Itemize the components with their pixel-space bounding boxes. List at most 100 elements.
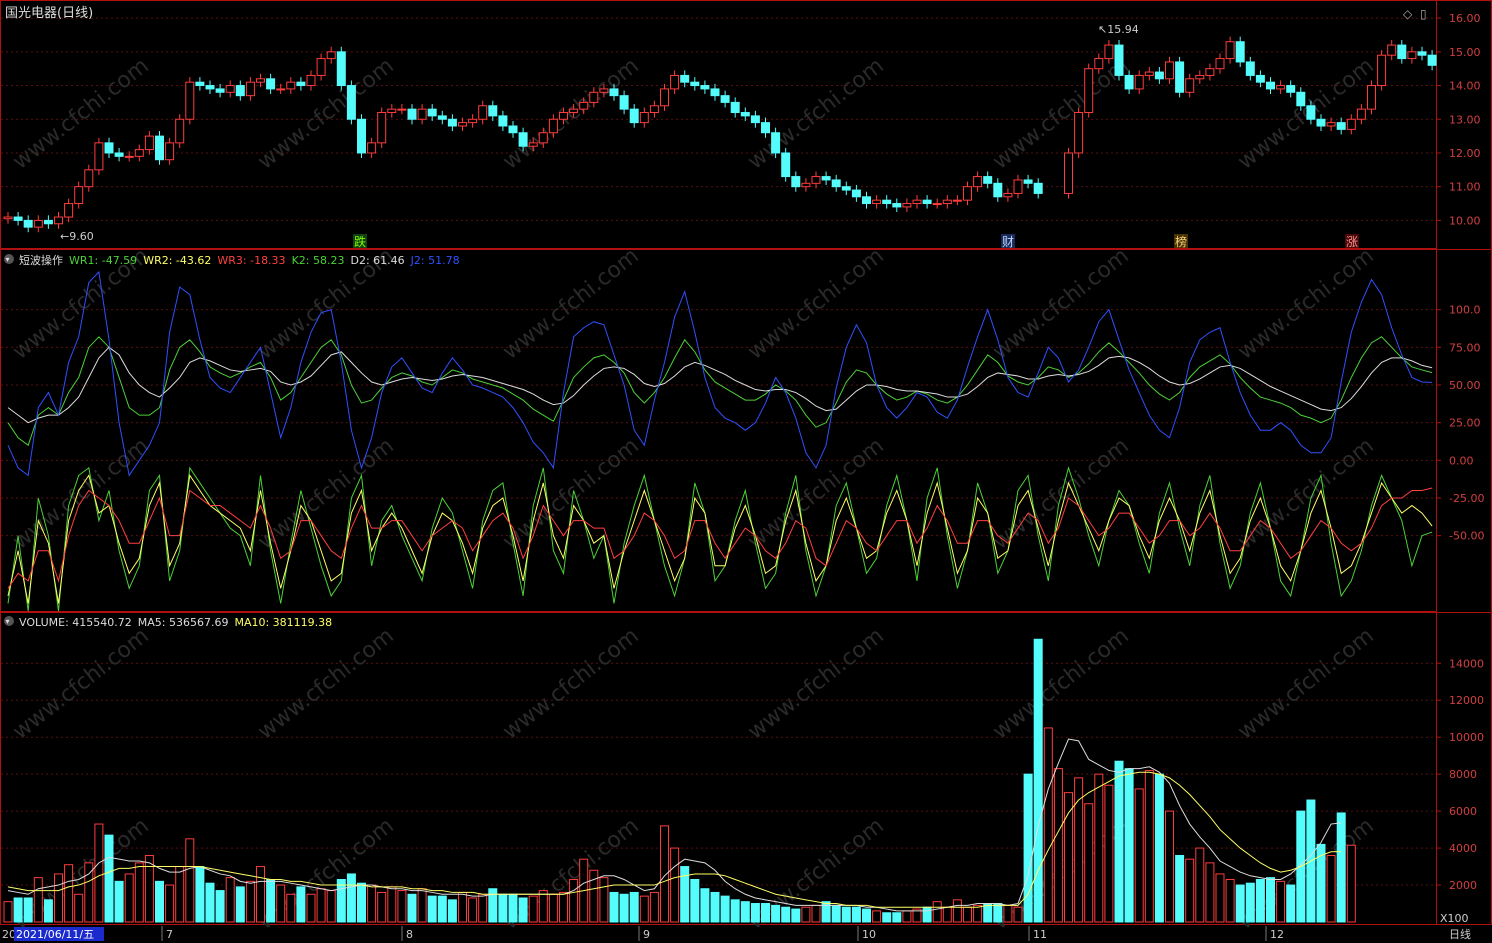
volume-bar[interactable] (468, 897, 478, 923)
indicator-line-wr1[interactable] (7, 466, 1433, 612)
volume-bar[interactable] (175, 866, 185, 923)
volume-bar[interactable] (548, 893, 558, 923)
candle-body[interactable] (43, 219, 53, 225)
candle-body[interactable] (1377, 54, 1387, 87)
volume-bar[interactable] (64, 864, 74, 923)
candle-body[interactable] (427, 108, 437, 117)
candle-body[interactable] (629, 108, 639, 124)
volume-bar[interactable] (952, 899, 962, 923)
candle-body[interactable] (235, 85, 245, 97)
candle-body[interactable] (811, 176, 821, 184)
volume-bar[interactable] (700, 888, 710, 923)
candle-body[interactable] (518, 132, 528, 147)
volume-bar[interactable] (276, 884, 286, 923)
candle-body[interactable] (54, 216, 63, 225)
candle-body[interactable] (690, 81, 700, 87)
volume-bar[interactable] (134, 862, 144, 923)
candle-body[interactable] (397, 108, 407, 111)
candle-body[interactable] (64, 203, 74, 218)
volume-bar[interactable] (357, 882, 366, 923)
candle-body[interactable] (458, 122, 467, 127)
volume-bar[interactable] (488, 888, 498, 923)
volume-bar[interactable] (1326, 854, 1336, 923)
candle-body[interactable] (538, 132, 548, 144)
volume-bar[interactable] (286, 893, 296, 923)
candle-body[interactable] (1346, 118, 1356, 130)
volume-bar[interactable] (811, 904, 821, 923)
candle-body[interactable] (1215, 58, 1225, 70)
candle-body[interactable] (387, 108, 397, 114)
volume-bar[interactable] (629, 891, 639, 923)
volume-bar[interactable] (54, 873, 63, 923)
volume-bar[interactable] (1124, 768, 1134, 923)
volume-bar[interactable] (306, 893, 316, 923)
volume-bar[interactable] (963, 906, 972, 923)
candle-body[interactable] (801, 182, 811, 188)
volume-bar[interactable] (801, 906, 811, 923)
candle-body[interactable] (377, 112, 387, 144)
volume-bar[interactable] (1033, 638, 1043, 923)
candle-body[interactable] (165, 142, 175, 161)
volume-bar[interactable] (94, 823, 104, 923)
volume-bar[interactable] (831, 904, 841, 923)
candle-body[interactable] (1306, 105, 1316, 120)
candle-body[interactable] (649, 105, 659, 114)
volume-bar[interactable] (1003, 904, 1013, 923)
scroll-arrow-icon[interactable]: ▯ (1420, 7, 1427, 21)
volume-bar[interactable] (437, 895, 447, 923)
candle-body[interactable] (1144, 71, 1154, 76)
volume-bar[interactable] (1185, 858, 1195, 923)
volume-bar[interactable] (124, 873, 134, 923)
candle-body[interactable] (882, 199, 892, 205)
volume-bar[interactable] (619, 893, 629, 923)
candle-body[interactable] (175, 118, 185, 144)
volume-bar[interactable] (892, 912, 902, 923)
candle-body[interactable] (1235, 41, 1245, 63)
candle-body[interactable] (862, 196, 871, 205)
volume-bar[interactable] (367, 884, 377, 923)
candle-body[interactable] (791, 176, 801, 188)
candle-body[interactable] (730, 101, 740, 114)
candle-body[interactable] (245, 81, 255, 97)
volume-bar[interactable] (771, 904, 781, 923)
volume-bar[interactable] (427, 895, 437, 923)
volume-bar[interactable] (13, 897, 23, 923)
volume-bar[interactable] (882, 912, 892, 923)
candle-body[interactable] (700, 85, 710, 90)
candle-body[interactable] (346, 85, 356, 120)
volume-bar[interactable] (1144, 769, 1154, 923)
volume-bar[interactable] (851, 906, 861, 923)
volume-bar[interactable] (3, 901, 13, 923)
volume-bar[interactable] (1134, 788, 1144, 923)
candle-body[interactable] (1074, 112, 1084, 154)
candle-body[interactable] (13, 216, 23, 221)
volume-bar[interactable] (1013, 906, 1023, 923)
candle-body[interactable] (266, 78, 276, 90)
candle-body[interactable] (609, 88, 619, 97)
volume-bar[interactable] (1104, 784, 1114, 923)
candle-body[interactable] (1195, 74, 1205, 80)
candle-body[interactable] (1417, 51, 1427, 56)
volume-bar[interactable] (922, 906, 932, 923)
volume-bar[interactable] (1114, 760, 1124, 923)
candle-body[interactable] (1286, 85, 1296, 93)
candle-body[interactable] (750, 115, 760, 124)
volume-bar[interactable] (821, 901, 831, 923)
candle-body[interactable] (1094, 58, 1104, 70)
candle-body[interactable] (1336, 122, 1346, 130)
candle-body[interactable] (932, 203, 942, 206)
candle-body[interactable] (1387, 44, 1397, 56)
candle-body[interactable] (720, 95, 730, 103)
volume-bar[interactable] (1043, 727, 1053, 923)
stock-chart[interactable]: www.cfchi.com www.cfchi.com www.cfchi.com w… (0, 0, 1492, 943)
volume-bar[interactable] (397, 890, 407, 923)
volume-bar[interactable] (660, 825, 669, 923)
candle-body[interactable] (670, 74, 680, 90)
volume-bar[interactable] (1286, 884, 1296, 923)
volume-bar[interactable] (670, 847, 680, 923)
volume-bar[interactable] (750, 903, 760, 923)
candle-body[interactable] (33, 219, 43, 228)
candle-body[interactable] (357, 118, 366, 154)
volume-bar[interactable] (296, 886, 306, 923)
volume-bar[interactable] (599, 877, 609, 923)
